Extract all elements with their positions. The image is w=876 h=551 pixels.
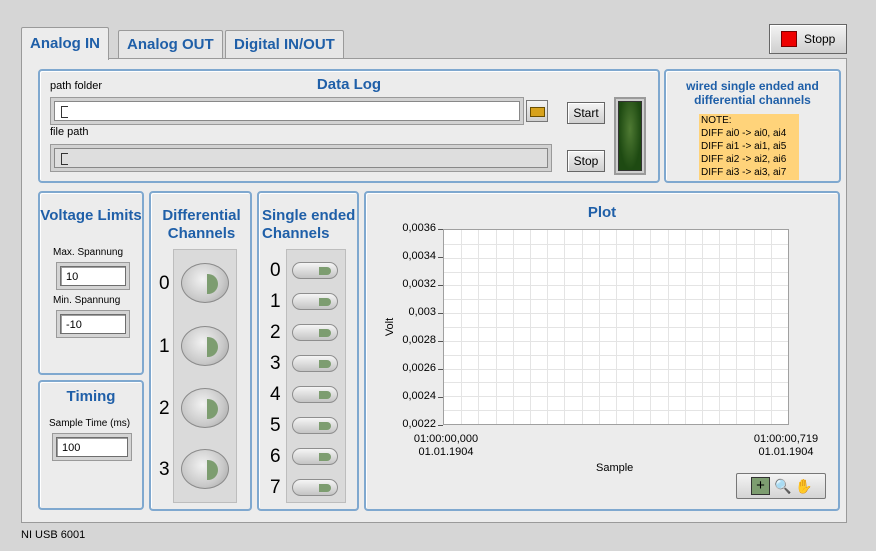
y-tick-mark xyxy=(438,425,443,426)
se-channel-number: 4 xyxy=(270,384,281,405)
graph-palette: + 🔍 ✋ xyxy=(736,473,826,499)
stop-indicator-icon xyxy=(781,31,797,47)
x-end-time: 01:00:00,719 xyxy=(753,433,819,445)
tab-analog-out[interactable]: Analog OUT xyxy=(118,30,223,59)
se-channel-number: 3 xyxy=(270,353,281,374)
tab-digital-in-out[interactable]: Digital IN/OUT xyxy=(225,30,344,59)
stopp-button[interactable]: Stopp xyxy=(769,24,847,54)
x-start-date: 01.01.1904 xyxy=(418,446,474,458)
timing-title: Timing xyxy=(66,388,116,405)
voltage-limits-panel: Voltage Limits Max. Spannung 10 Min. Spa… xyxy=(38,191,144,375)
y-tick-label: 0,0024 xyxy=(402,390,436,402)
y-tick-label: 0,0032 xyxy=(402,278,436,290)
se-channel-number: 6 xyxy=(270,446,281,467)
device-name: NI USB 6001 xyxy=(21,529,86,541)
y-tick-label: 0,0026 xyxy=(402,362,436,374)
start-button[interactable]: Start xyxy=(567,102,605,124)
single-ended-title: Single ended Channels xyxy=(262,207,356,242)
y-tick-label: 0,0022 xyxy=(402,418,436,430)
diff-channel-led[interactable] xyxy=(181,388,229,428)
wiring-note-title: wired single ended and differential chan… xyxy=(686,79,819,107)
sample-time-label: Sample Time (ms) xyxy=(49,418,131,429)
y-axis-label: Volt xyxy=(384,317,397,337)
se-channel-led[interactable] xyxy=(292,386,338,403)
x-end-date: 01.01.1904 xyxy=(758,446,814,458)
plot-panel: Plot 0,0036 0,0034 0,0032 0,003 0,0028 0,0026… xyxy=(364,191,840,511)
se-channel-led[interactable] xyxy=(292,262,338,279)
note-line: DIFF ai2 -> ai2, ai6 xyxy=(701,154,787,165)
tab-content: Data Log path folder file path Start Sto… xyxy=(21,58,847,523)
se-channel-number: 1 xyxy=(270,291,281,312)
diff-channel-led[interactable] xyxy=(181,449,229,489)
diff-channel-led[interactable] xyxy=(181,263,229,303)
stopp-button-label: Stopp xyxy=(804,32,836,46)
se-channel-number: 0 xyxy=(270,260,281,281)
se-channel-led[interactable] xyxy=(292,417,338,434)
max-spannung-label: Max. Spannung xyxy=(53,247,124,258)
min-spannung-input[interactable]: -10 xyxy=(60,314,126,334)
browse-folder-icon[interactable] xyxy=(526,100,548,122)
path-icon xyxy=(61,106,68,118)
stop-button[interactable]: Stop xyxy=(567,150,605,172)
path-folder-label: path folder xyxy=(50,80,102,92)
path-folder-input[interactable] xyxy=(54,101,520,121)
se-channel-number: 7 xyxy=(270,477,281,498)
se-channel-led[interactable] xyxy=(292,324,338,341)
sample-time-input[interactable]: 100 xyxy=(56,437,128,457)
max-spannung-input[interactable]: 10 xyxy=(60,266,126,286)
y-tick-label: 0,0036 xyxy=(402,222,436,234)
diff-channel-number: 2 xyxy=(159,398,170,419)
min-spannung-label: Min. Spannung xyxy=(53,295,121,306)
se-channel-number: 2 xyxy=(270,322,281,343)
se-channel-led[interactable] xyxy=(292,355,338,372)
path-icon xyxy=(61,153,68,165)
plot-area xyxy=(443,229,789,425)
y-tick-label: 0,003 xyxy=(408,306,436,318)
cursor-tool-icon[interactable]: + xyxy=(751,477,770,495)
y-tick-label: 0,0034 xyxy=(402,250,436,262)
differential-title: Differential Channels xyxy=(162,207,241,242)
wiring-note-panel: wired single ended and differential chan… xyxy=(664,69,841,183)
pan-tool-icon[interactable]: ✋ xyxy=(795,477,813,495)
note-line: DIFF ai1 -> ai1, ai5 xyxy=(701,141,787,152)
single-ended-channels-panel: Single ended Channels 0 1 2 3 4 5 6 7 xyxy=(257,191,359,511)
se-channel-led[interactable] xyxy=(292,293,338,310)
file-path-label: file path xyxy=(50,126,89,138)
file-path-input[interactable] xyxy=(54,148,548,168)
zoom-tool-icon[interactable]: 🔍 xyxy=(774,477,792,495)
differential-channels-panel: Differential Channels 0 1 2 3 xyxy=(149,191,252,511)
diff-channel-number: 1 xyxy=(159,336,170,357)
se-channel-led[interactable] xyxy=(292,448,338,465)
tab-analog-in[interactable]: Analog IN xyxy=(21,27,109,60)
data-log-panel: Data Log path folder file path Start Sto… xyxy=(38,69,660,183)
x-axis-label: Sample xyxy=(596,462,634,474)
se-channel-led[interactable] xyxy=(292,479,338,496)
diff-channel-led[interactable] xyxy=(181,326,229,366)
data-log-title: Data Log xyxy=(316,76,382,93)
diff-channel-number: 0 xyxy=(159,273,170,294)
note-line: DIFF ai3 -> ai3, ai7 xyxy=(701,167,787,178)
timing-panel: Timing Sample Time (ms) 100 xyxy=(38,380,144,510)
x-start-time: 01:00:00,000 xyxy=(413,433,479,445)
logging-led xyxy=(614,97,646,175)
wiring-note-box: NOTE: DIFF ai0 -> ai0, ai4 DIFF ai1 -> a… xyxy=(699,114,799,180)
plot-title: Plot xyxy=(587,204,617,221)
voltage-limits-title: Voltage Limits xyxy=(40,207,142,224)
plot-grid xyxy=(444,230,788,424)
note-line: NOTE: xyxy=(701,115,732,126)
diff-channel-number: 3 xyxy=(159,459,170,480)
se-channel-number: 5 xyxy=(270,415,281,436)
note-line: DIFF ai0 -> ai0, ai4 xyxy=(701,128,787,139)
